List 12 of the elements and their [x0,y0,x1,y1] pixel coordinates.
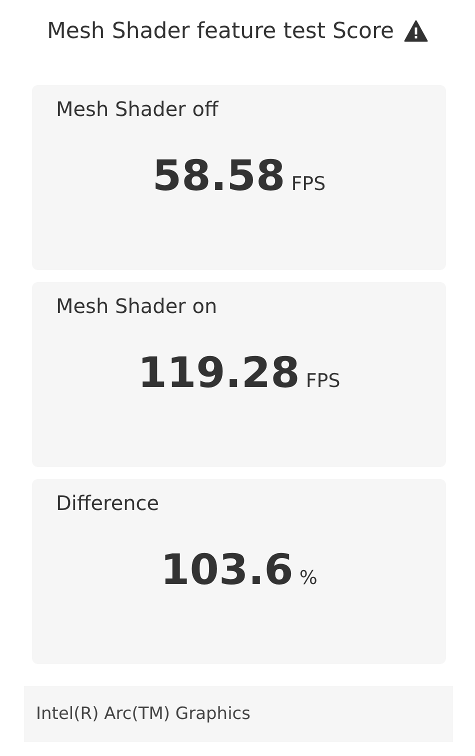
result-label: Mesh Shader on [56,294,218,318]
result-value: 58.58 [152,151,286,200]
result-value: 103.6 [160,545,294,594]
result-value: 119.28 [138,348,300,397]
result-unit: FPS [306,370,340,392]
result-label: Difference [56,491,160,515]
page-title: Mesh Shader feature test Score [46,18,394,44]
device-name: Intel(R) Arc(TM) Graphics [36,704,251,724]
result-unit: % [299,567,318,589]
result-label: Mesh Shader off [56,97,218,121]
result-unit: FPS [291,173,326,195]
warning-icon [404,20,428,42]
